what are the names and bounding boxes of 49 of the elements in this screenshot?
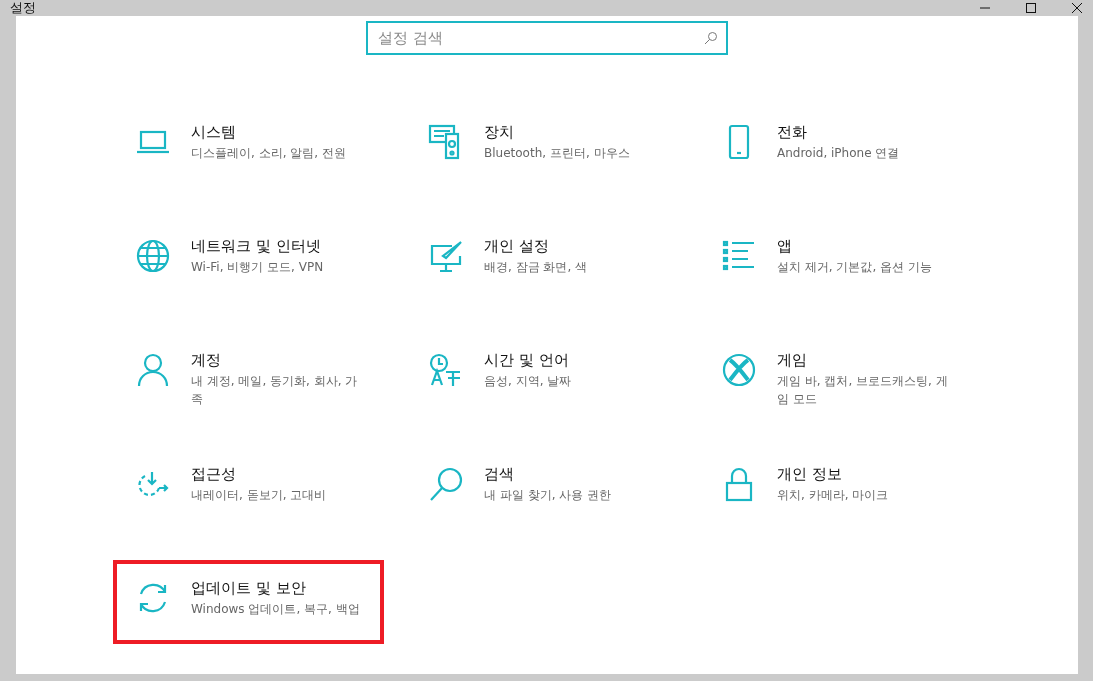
search-icon (428, 466, 464, 502)
category-description: Bluetooth, 프린터, 마우스 (484, 145, 631, 162)
category-description: Wi-Fi, 비행기 모드, VPN (191, 259, 325, 276)
settings-category[interactable]: 장치 Bluetooth, 프린터, 마우스 (406, 104, 677, 188)
settings-category[interactable]: 앱 설치 제거, 기본값, 옵션 기능 (699, 218, 970, 302)
category-title: 앱 (777, 236, 793, 256)
category-description: 설치 제거, 기본값, 옵션 기능 (777, 259, 933, 276)
category-title: 장치 (484, 122, 515, 142)
category-description: 게임 바, 캡처, 브로드캐스팅, 게임 모드 (777, 373, 948, 408)
settings-category[interactable]: 시간 및 언어 음성, 지역, 날짜 (406, 332, 677, 416)
settings-category[interactable]: 개인 설정 배경, 잠금 화면, 색 (406, 218, 677, 302)
settings-category[interactable]: 검색 내 파일 찾기, 사용 권한 (406, 446, 677, 530)
category-description: Android, iPhone 연결 (777, 145, 901, 162)
category-description: 내 파일 찾기, 사용 권한 (484, 487, 613, 504)
category-title: 검색 (484, 464, 515, 484)
settings-category[interactable]: 시스템 디스플레이, 소리, 알림, 전원 (113, 104, 384, 188)
category-description: 위치, 카메라, 마이크 (777, 487, 890, 504)
settings-category[interactable]: 네트워크 및 인터넷 Wi-Fi, 비행기 모드, VPN (113, 218, 384, 302)
category-description: Windows 업데이트, 복구, 백업 (191, 601, 361, 618)
category-description: 배경, 잠금 화면, 색 (484, 259, 589, 276)
category-title: 시스템 (191, 122, 237, 142)
category-description: 내 계정, 메일, 동기화, 회사, 가족 (191, 373, 359, 408)
search-field[interactable]: 설정 검색 (366, 21, 728, 55)
category-title: 계정 (191, 350, 222, 370)
globe-icon (135, 238, 171, 274)
category-title: 접근성 (191, 464, 237, 484)
category-title: 개인 설정 (484, 236, 550, 256)
person-icon (135, 352, 171, 388)
window-title: 설정 (10, 0, 36, 16)
category-title: 네트워크 및 인터넷 (191, 236, 322, 256)
settings-category[interactable]: 계정 내 계정, 메일, 동기화, 회사, 가족 (113, 332, 384, 416)
x-circle-icon (721, 352, 757, 388)
category-description: 디스플레이, 소리, 알림, 전원 (191, 145, 347, 162)
maximize-icon[interactable] (1025, 2, 1037, 14)
settings-category[interactable]: 접근성 내레이터, 돋보기, 고대비 (113, 446, 384, 530)
settings-category[interactable]: 개인 정보 위치, 카메라, 마이크 (699, 446, 970, 530)
monitor-brush-icon (428, 238, 464, 274)
category-title: 개인 정보 (777, 464, 843, 484)
close-icon[interactable] (1071, 2, 1083, 14)
settings-category[interactable]: 업데이트 및 보안 Windows 업데이트, 복구, 백업 (113, 560, 384, 644)
category-title: 게임 (777, 350, 808, 370)
category-title: 업데이트 및 보안 (191, 578, 307, 598)
category-description: 내레이터, 돋보기, 고대비 (191, 487, 328, 504)
search-icon (704, 31, 718, 45)
category-title: 시간 및 언어 (484, 350, 570, 370)
category-description: 음성, 지역, 날짜 (484, 373, 573, 390)
settings-category[interactable]: 전화 Android, iPhone 연결 (699, 104, 970, 188)
settings-category[interactable]: 게임 게임 바, 캡처, 브로드캐스팅, 게임 모드 (699, 332, 970, 416)
category-title: 전화 (777, 122, 808, 142)
